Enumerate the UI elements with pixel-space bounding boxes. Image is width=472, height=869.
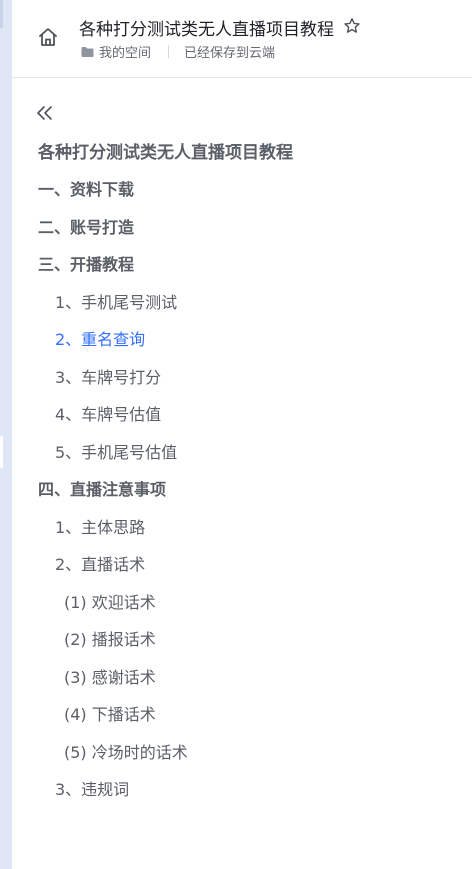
collapse-outline-button[interactable]: [34, 104, 56, 126]
toc-item[interactable]: 2、直播话术: [55, 554, 145, 576]
home-button[interactable]: [36, 27, 60, 51]
toc-item[interactable]: 各种打分测试类无人直播项目教程: [38, 142, 293, 164]
toc-item[interactable]: 4、车牌号估值: [55, 404, 161, 426]
toc-item[interactable]: 1、手机尾号测试: [55, 292, 177, 314]
star-outline-icon: [343, 17, 361, 39]
toc-item[interactable]: (3) 感谢话术: [64, 667, 156, 689]
document-page: 各种打分测试类无人直播项目教程 我的空间 已经保存到云端 各种打分测试类无人直播…: [0, 0, 472, 869]
title-row: 各种打分测试类无人直播项目教程: [79, 15, 361, 40]
toc-item[interactable]: 二、账号打造: [38, 217, 134, 239]
toc-item[interactable]: (2) 播报话术: [64, 629, 156, 651]
favorite-button[interactable]: [343, 17, 361, 39]
doc-header: 各种打分测试类无人直播项目教程 我的空间 已经保存到云端: [12, 0, 472, 78]
double-chevron-left-icon: [35, 105, 55, 125]
space-link[interactable]: 我的空间: [99, 42, 151, 61]
left-side-strip: [0, 0, 12, 869]
strip-handle-mid[interactable]: [0, 436, 3, 468]
doc-title[interactable]: 各种打分测试类无人直播项目教程: [79, 15, 334, 40]
toc-item[interactable]: (5) 冷场时的话术: [64, 742, 188, 764]
toc-item[interactable]: (1) 欢迎话术: [64, 592, 156, 614]
toc-item[interactable]: 1、主体思路: [55, 517, 145, 539]
folder-icon: [81, 46, 94, 58]
home-icon: [37, 26, 59, 52]
toc-item[interactable]: 3、违规词: [55, 779, 129, 801]
toc-item[interactable]: 一、资料下载: [38, 179, 134, 201]
outline-panel: 各种打分测试类无人直播项目教程 我的空间 已经保存到云端 各种打分测试类无人直播…: [12, 0, 472, 869]
toc-item[interactable]: 3、车牌号打分: [55, 367, 161, 389]
toc-item[interactable]: (4) 下播话术: [64, 704, 156, 726]
toc-item[interactable]: 5、手机尾号估值: [55, 442, 177, 464]
toc-item-active[interactable]: 2、重名查询: [55, 329, 145, 351]
toc-item[interactable]: 三、开播教程: [38, 254, 134, 276]
toc-item[interactable]: 四、直播注意事项: [38, 479, 166, 501]
strip-handle-top: [0, 0, 3, 28]
save-status: 已经保存到云端: [184, 46, 276, 61]
meta-divider: [168, 45, 170, 58]
doc-meta: 我的空间 已经保存到云端: [81, 42, 275, 61]
